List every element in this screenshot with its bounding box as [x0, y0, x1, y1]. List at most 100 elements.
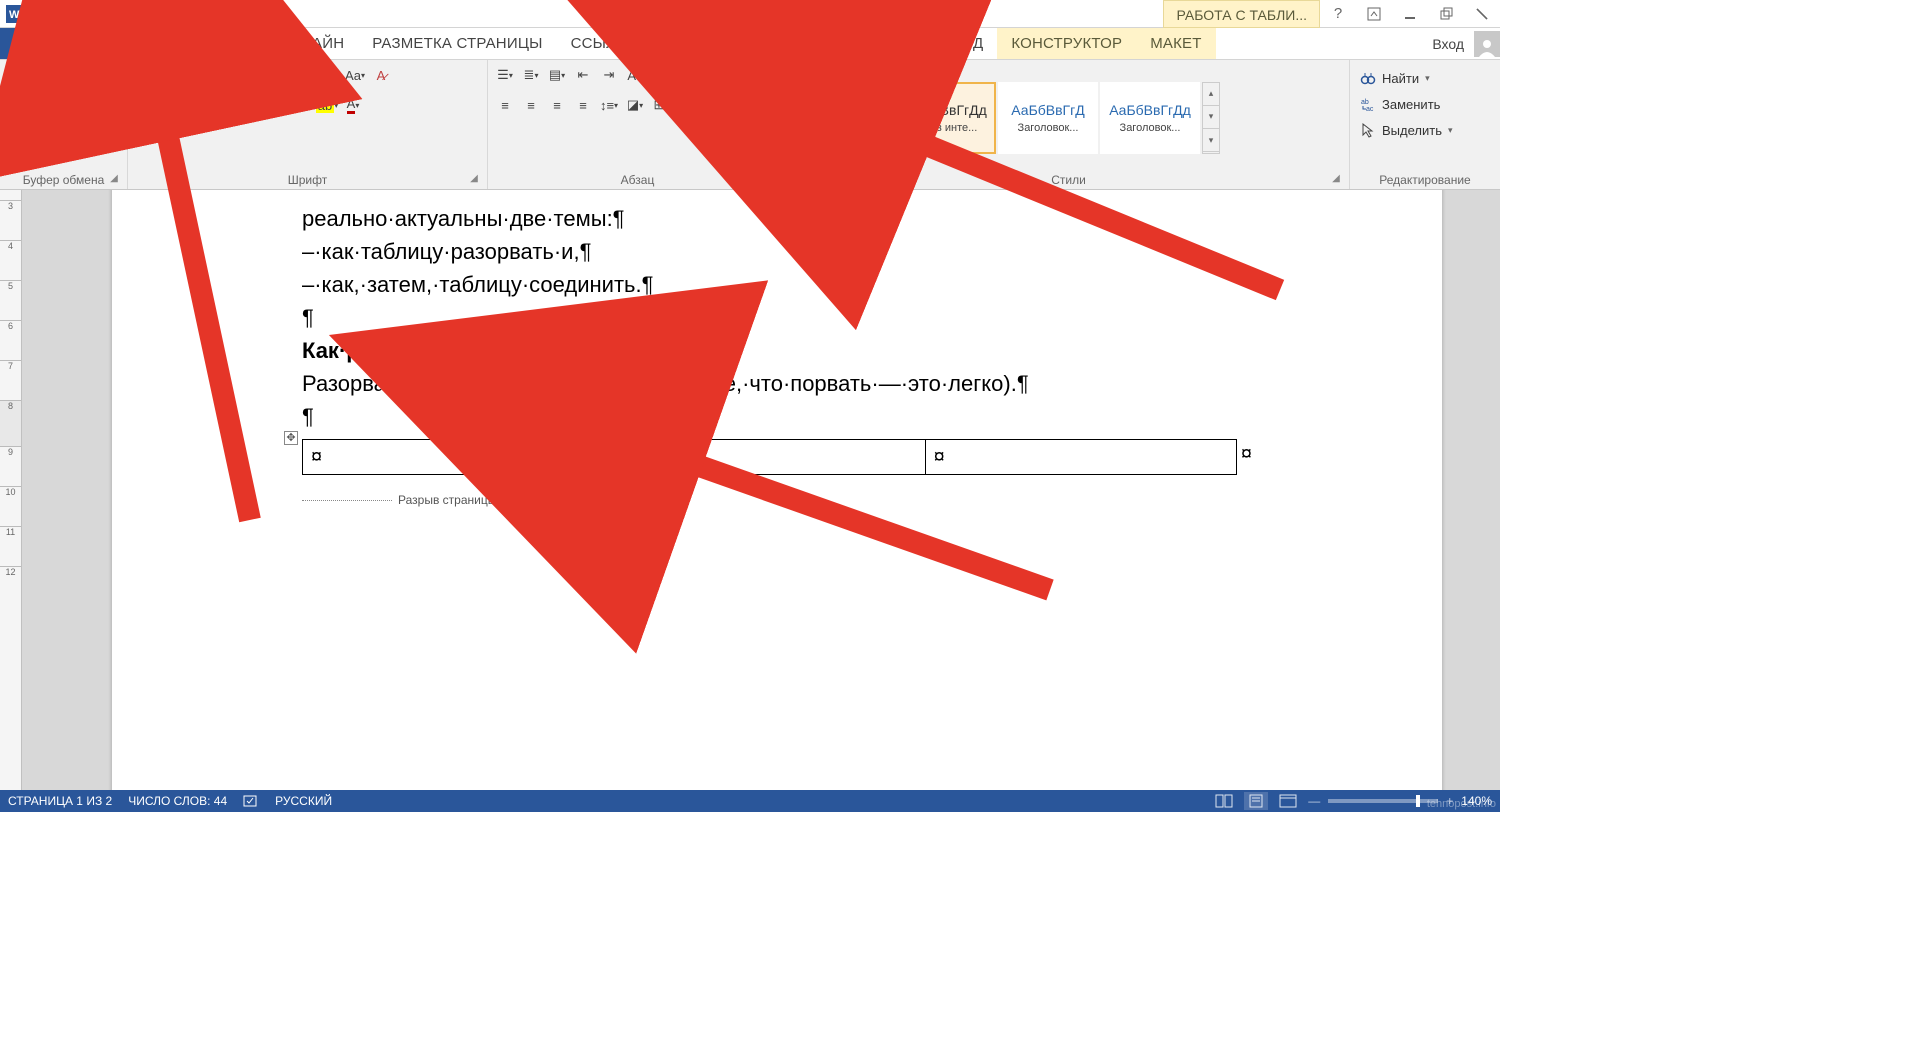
show-hide-icon[interactable]: ¶	[650, 64, 672, 86]
tab-file[interactable]: ФАЙЛ	[0, 28, 71, 59]
tab-insert[interactable]: ВСТАВКА	[171, 28, 268, 59]
font-color-icon[interactable]: A▾	[342, 94, 364, 116]
watermark: tehnopost.info	[1427, 798, 1496, 810]
font-size-combo[interactable]: 14▾	[248, 64, 288, 86]
sign-in-link[interactable]: Вход	[1422, 36, 1474, 52]
tab-table-design[interactable]: КОНСТРУКТОР	[997, 28, 1136, 59]
shading-icon[interactable]: ◪▾	[624, 94, 646, 116]
dialog-launcher-icon[interactable]: ◢	[467, 173, 481, 187]
binoculars-icon	[1360, 70, 1376, 86]
view-print-icon[interactable]	[1244, 792, 1268, 810]
status-language[interactable]: РУССКИЙ	[275, 794, 332, 808]
replace-button[interactable]: abac Заменить	[1356, 94, 1457, 114]
table-cell[interactable]: ¤	[614, 440, 925, 475]
tab-design[interactable]: ДИЗАЙН	[267, 28, 358, 59]
dialog-launcher-icon[interactable]: ◢	[107, 173, 121, 187]
document-table[interactable]: ¤ ¤ ¤	[302, 439, 1237, 475]
user-avatar-icon[interactable]	[1474, 31, 1500, 57]
styles-gallery-scroll[interactable]: ▴ ▾ ▾	[1202, 82, 1220, 154]
status-word-count[interactable]: ЧИСЛО СЛОВ: 44	[128, 794, 227, 808]
align-right-icon[interactable]: ≡	[546, 94, 568, 116]
bold-icon[interactable]: Ж	[134, 94, 156, 116]
paste-button[interactable]: Вставить ▾	[6, 64, 62, 137]
restore-icon[interactable]	[1428, 0, 1464, 28]
group-paragraph: ☰▾ ≣▾ ▤▾ ⇤ ⇥ A↓ ¶ ≡ ≡ ≡ ≡ ↕≡▾ ◪▾ ⊞▾	[488, 60, 788, 189]
format-painter-icon[interactable]	[68, 122, 90, 144]
word-app-icon[interactable]: W	[4, 3, 26, 25]
increase-indent-icon[interactable]: ⇥	[598, 64, 620, 86]
tab-mailings[interactable]: РАССЫЛКИ	[650, 28, 763, 59]
title-bar: W ▾ ▾ ⁞ Таблицы в Ворде.docx - Word РАБО…	[0, 0, 1500, 28]
tab-page-layout[interactable]: РАЗМЕТКА СТРАНИЦЫ	[358, 28, 556, 59]
style-heading1[interactable]: АаБбВвГгД Заголовок...	[998, 82, 1098, 154]
view-read-icon[interactable]	[1212, 792, 1236, 810]
dialog-launcher-icon[interactable]: ◢	[767, 173, 781, 187]
status-bar: СТРАНИЦА 1 ИЗ 2 ЧИСЛО СЛОВ: 44 РУССКИЙ ―…	[0, 790, 1500, 812]
cut-icon[interactable]: ✂	[68, 70, 90, 92]
numbering-icon[interactable]: ≣▾	[520, 64, 542, 86]
justify-icon[interactable]: ≡	[572, 94, 594, 116]
tab-view[interactable]: ВИД	[938, 28, 998, 59]
help-icon[interactable]: ?	[1320, 0, 1356, 28]
zoom-slider[interactable]	[1328, 799, 1438, 803]
italic-icon[interactable]: К	[160, 94, 182, 116]
vertical-ruler[interactable]: 3 4 5 6 7 8 9 10 11 12	[0, 190, 22, 790]
doc-line: ¶	[302, 400, 1252, 433]
find-button[interactable]: Найти▾	[1356, 68, 1457, 88]
table-row: ¤ ¤ ¤	[303, 440, 1237, 475]
table-cell[interactable]: ¤	[303, 440, 614, 475]
align-center-icon[interactable]: ≡	[520, 94, 542, 116]
clear-formatting-icon[interactable]: A̷	[370, 64, 392, 86]
style-heading2[interactable]: АаБбВвГгДд Заголовок...	[1100, 82, 1200, 154]
group-editing-label: Редактирование	[1356, 171, 1494, 187]
view-web-icon[interactable]	[1276, 792, 1300, 810]
ribbon-tabs: ФАЙЛ ГЛАВНАЯ ВСТАВКА ДИЗАЙН РАЗМЕТКА СТР…	[0, 28, 1500, 60]
close-icon[interactable]	[1464, 0, 1500, 28]
font-name-combo[interactable]: Calibri (Осно▾	[134, 64, 244, 86]
status-page[interactable]: СТРАНИЦА 1 ИЗ 2	[8, 794, 112, 808]
row-end-mark: ¤	[1237, 439, 1252, 469]
table-move-handle-icon[interactable]: ✥	[284, 431, 298, 445]
align-left-icon[interactable]: ≡	[494, 94, 516, 116]
superscript-icon[interactable]: X2	[264, 94, 286, 116]
shrink-font-icon[interactable]: A˅	[318, 64, 340, 86]
style-no-spacing[interactable]: АаБбВвГгДд ¶ Без инте...	[896, 82, 996, 154]
tab-review[interactable]: РЕЦЕНЗИРОВАНИЕ	[763, 28, 938, 59]
tab-references[interactable]: ССЫЛКИ	[557, 28, 651, 59]
tab-table-layout[interactable]: МАКЕТ	[1136, 28, 1215, 59]
subscript-icon[interactable]: X2	[238, 94, 260, 116]
minimize-icon[interactable]	[1392, 0, 1428, 28]
copy-icon[interactable]	[68, 96, 90, 118]
doc-line: ¶	[302, 301, 1252, 334]
status-proofing-icon[interactable]	[243, 794, 259, 808]
scroll-more-icon[interactable]: ▾	[1203, 129, 1219, 152]
underline-icon[interactable]: Ч▾	[186, 94, 208, 116]
doc-heading: Как·разорвать·таблицу·в·Ворде¶	[302, 334, 1252, 367]
line-spacing-icon[interactable]: ↕≡▾	[598, 94, 620, 116]
group-clipboard-label: Буфер обмена◢	[6, 171, 121, 187]
grow-font-icon[interactable]: A˄	[292, 64, 314, 86]
bullets-icon[interactable]: ☰▾	[494, 64, 516, 86]
style-normal[interactable]: АаБбВвГгДд Обычный	[794, 82, 894, 154]
select-button[interactable]: Выделить▾	[1356, 120, 1457, 140]
highlight-icon[interactable]: ab▾	[316, 94, 338, 116]
borders-icon[interactable]: ⊞▾	[650, 94, 672, 116]
document-page[interactable]: реально·актуальны·две·темы:¶ –·как·табли…	[112, 190, 1442, 790]
dialog-launcher-icon[interactable]: ◢	[1329, 173, 1343, 187]
scroll-down-icon[interactable]: ▾	[1203, 106, 1219, 129]
save-icon[interactable]	[30, 3, 52, 25]
redo-icon[interactable]	[100, 3, 122, 25]
tab-home[interactable]: ГЛАВНАЯ	[71, 28, 171, 59]
undo-icon[interactable]	[65, 3, 87, 25]
change-case-icon[interactable]: Aa▾	[344, 64, 366, 86]
multilevel-list-icon[interactable]: ▤▾	[546, 64, 568, 86]
decrease-indent-icon[interactable]: ⇤	[572, 64, 594, 86]
ribbon-options-icon[interactable]	[1356, 0, 1392, 28]
scroll-up-icon[interactable]: ▴	[1203, 83, 1219, 106]
group-styles-label: Стили◢	[794, 171, 1343, 187]
sort-icon[interactable]: A↓	[624, 64, 646, 86]
table-cell[interactable]: ¤	[925, 440, 1236, 475]
text-effects-icon[interactable]: A▾	[290, 94, 312, 116]
document-viewport: 3 4 5 6 7 8 9 10 11 12 реально·актуальны…	[0, 190, 1500, 790]
strikethrough-icon[interactable]: abc	[212, 94, 234, 116]
